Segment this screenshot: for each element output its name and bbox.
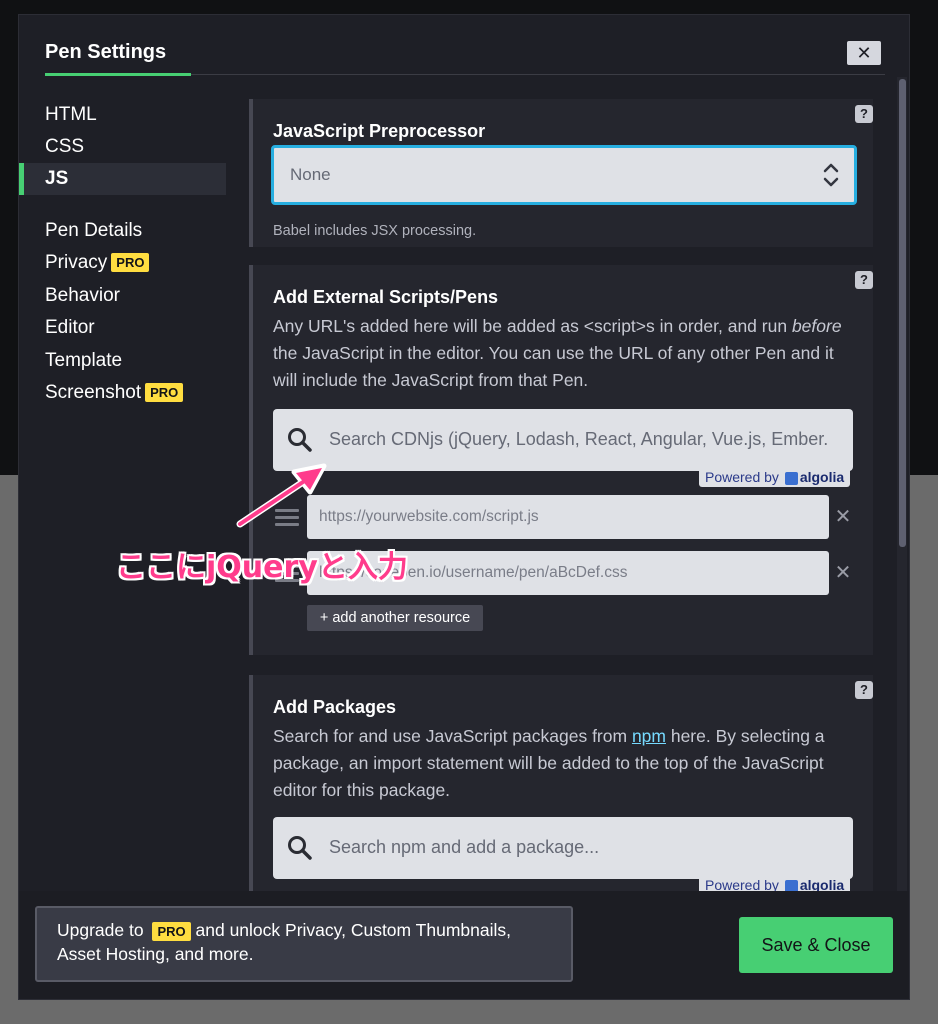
cdnjs-search-input[interactable]: Search CDNjs (jQuery, Lodash, React, Ang… <box>273 409 853 471</box>
packages-panel: ? Add Packages Search for and use JavaSc… <box>249 675 873 891</box>
preprocessor-selected-value: None <box>290 165 331 184</box>
npm-link[interactable]: npm <box>632 726 666 746</box>
add-resource-button[interactable]: + add another resource <box>307 605 483 631</box>
settings-content: ? JavaScript Preprocessor None Babel inc… <box>249 99 909 891</box>
nav-item-label: Privacy <box>45 252 108 273</box>
nav-item-label: Behavior <box>45 285 120 306</box>
nav-item-template[interactable]: Template <box>19 345 226 377</box>
nav-item-behavior[interactable]: Behavior <box>19 280 226 312</box>
nav-item-label: HTML <box>45 104 97 125</box>
annotation-arrow-icon <box>236 463 327 528</box>
help-icon[interactable]: ? <box>855 681 873 699</box>
preprocessor-hint: Babel includes JSX processing. <box>273 223 477 239</box>
remove-resource-icon[interactable]: ✕ <box>833 563 853 583</box>
npm-search-placeholder: Search npm and add a package... <box>329 837 600 857</box>
upgrade-banner[interactable]: Upgrade to PRO and unlock Privacy, Custo… <box>35 906 573 982</box>
pro-badge: PRO <box>111 253 150 273</box>
modal-header: Pen Settings ✕ <box>19 15 909 79</box>
close-button[interactable]: ✕ <box>847 41 881 65</box>
external-scripts-panel: ? Add External Scripts/Pens Any URL's ad… <box>249 265 873 655</box>
pro-badge: PRO <box>152 921 191 941</box>
powered-by-algolia[interactable]: Powered by algolia <box>699 467 851 487</box>
modal-footer: Upgrade to PRO and unlock Privacy, Custo… <box>19 891 909 999</box>
pro-badge: PRO <box>145 383 184 403</box>
nav-item-label: Screenshot <box>45 382 142 403</box>
help-icon[interactable]: ? <box>855 271 873 289</box>
external-scripts-description: Any URL's added here will be added as <s… <box>273 316 842 390</box>
pen-settings-modal: Pen Settings ✕ HTML CSS JS Pen Details Priva… <box>18 14 910 1000</box>
nav-item-html[interactable]: HTML <box>19 99 226 131</box>
nav-item-label: Template <box>45 350 123 371</box>
nav-item-privacy[interactable]: Privacy PRO <box>19 247 226 279</box>
algolia-logo-icon <box>784 471 798 485</box>
annotation-label: ここにjQueryと入力 <box>116 550 408 585</box>
external-scripts-label: Add External Scripts/Pens <box>273 287 499 307</box>
preprocessor-panel: ? JavaScript Preprocessor None Babel inc… <box>249 99 873 247</box>
save-close-button[interactable]: Save & Close <box>739 917 893 973</box>
powered-by-algolia[interactable]: Powered by algolia <box>699 875 851 891</box>
header-divider <box>191 74 885 75</box>
algolia-logo-icon <box>784 879 798 891</box>
nav-item-label: Editor <box>45 317 95 338</box>
packages-label: Add Packages <box>273 697 397 717</box>
nav-item-css[interactable]: CSS <box>19 131 226 163</box>
nav-item-label: Pen Details <box>45 220 143 241</box>
nav-item-screenshot[interactable]: Screenshot PRO <box>19 377 226 409</box>
packages-description: Search for and use JavaScript packages f… <box>273 726 825 800</box>
nav-item-label: JS <box>45 168 69 189</box>
resource-url-input[interactable]: https://yourwebsite.com/script.js <box>307 495 829 539</box>
nav-item-editor[interactable]: Editor <box>19 312 226 344</box>
nav-item-label: CSS <box>45 136 85 157</box>
chevron-updown-icon <box>823 163 839 187</box>
remove-resource-icon[interactable]: ✕ <box>833 507 853 527</box>
preprocessor-select[interactable]: None <box>271 145 857 205</box>
npm-search-input[interactable]: Search npm and add a package... <box>273 817 853 879</box>
cdnjs-search-placeholder: Search CDNjs (jQuery, Lodash, React, Ang… <box>329 429 829 449</box>
search-icon <box>288 836 312 860</box>
search-icon <box>288 428 312 452</box>
title-underline <box>45 73 191 76</box>
help-icon[interactable]: ? <box>855 105 873 123</box>
modal-title: Pen Settings <box>45 41 167 63</box>
preprocessor-label: JavaScript Preprocessor <box>273 121 486 141</box>
nav-item-pen-details[interactable]: Pen Details <box>19 215 226 247</box>
nav-item-js[interactable]: JS <box>19 163 226 195</box>
